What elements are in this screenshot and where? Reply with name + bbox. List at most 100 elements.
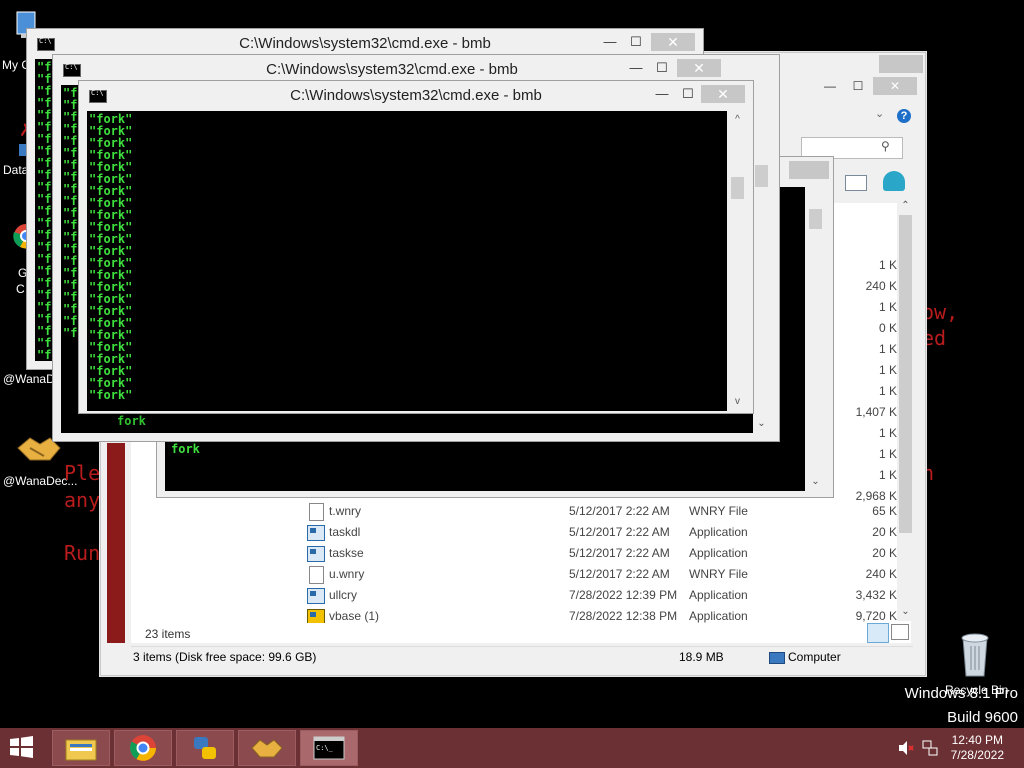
file-name: ullcry [329,588,358,602]
console-output: fork [117,414,146,428]
explorer-maximize-button[interactable]: ☐ [845,79,871,93]
close-button[interactable]: ✕ [677,59,721,77]
windows-logo-icon [10,736,33,758]
console-output: fork [171,442,200,456]
table-row[interactable]: ullcry 7/28/2022 12:39 PM Application 3,… [131,585,911,606]
scroll-down-arrow[interactable]: ⌄ [807,473,824,490]
title-bar[interactable]: C:\Windows\system32\cmd.exe - bmb — ☐ ✕ [27,29,703,57]
taskbar-wanadecryptor[interactable] [238,730,296,766]
shell-icon[interactable] [883,171,905,191]
python-icon [194,737,216,759]
console-output: "f "f "f "f "f "f "f "f "f "f "f "f "f "… [63,86,78,340]
file-name: taskdl [329,525,361,539]
close-button[interactable]: ✕ [701,85,745,103]
table-row[interactable]: taskdl 5/12/2017 2:22 AM Application 20 … [131,522,911,543]
scroll-up-arrow[interactable]: ⌃ [897,197,914,214]
item-count: 23 items [145,627,191,641]
scrollbar-thumb[interactable] [731,177,744,199]
file-icon [309,503,324,521]
application-icon [307,546,325,562]
cmd-icon: C:\_ [313,736,345,760]
windows-build-watermark: Build 9600 [947,709,1018,726]
close-button[interactable] [789,161,829,179]
table-row[interactable]: vbase (1) 7/28/2022 12:38 PM Application… [131,606,911,623]
file-date: 5/12/2017 2:22 AM [569,546,670,560]
folder-icon [65,739,97,761]
handshake-icon [251,739,283,758]
scroll-down-arrow[interactable]: ⌄ [897,603,914,620]
ribbon-expand-icon[interactable]: ⌄ [875,107,884,120]
console-scrollbar[interactable]: ^ v [729,111,746,411]
clock-date: 7/28/2022 [950,748,1004,762]
navigation-pane-edge [107,443,125,643]
desktop-icon-label: C [16,282,25,296]
minimize-button[interactable]: — [597,33,623,51]
application-icon [307,525,325,541]
file-date: 5/12/2017 2:22 AM [569,504,670,518]
table-row[interactable]: u.wnry 5/12/2017 2:22 AM WNRY File 240 K… [131,564,911,585]
cmd-window-3[interactable]: C:\Windows\system32\cmd.exe - bmb — ☐ ✕ … [78,80,754,414]
application-icon [307,609,325,623]
desktop-icon-label: Data [3,163,29,177]
file-name: taskse [329,546,364,560]
start-button[interactable] [6,734,46,762]
recycle-bin-label: Recycle Bin [945,683,1009,697]
recycle-bin-icon [961,633,989,677]
help-icon[interactable]: ? [897,109,911,123]
console-scrollbar[interactable]: ⌄ [807,187,824,491]
maximize-button[interactable]: ☐ [675,85,701,103]
close-button[interactable]: ✕ [651,33,695,51]
application-icon [307,588,325,604]
console-scrollbar[interactable]: ⌄ [753,85,770,433]
file-type: Application [689,525,748,539]
maximize-button[interactable]: ☐ [623,33,649,51]
explorer-minimize-button[interactable]: — [817,79,843,93]
taskbar-file-explorer[interactable] [52,730,110,766]
title-bar[interactable]: C:\Windows\system32\cmd.exe - bmb — ☐ ✕ [79,81,753,109]
file-type: Application [689,609,748,623]
file-name: u.wnry [329,567,365,581]
thumbnail-view-button[interactable] [891,624,909,640]
chrome-icon [130,735,156,761]
minimize-button[interactable]: — [623,59,649,77]
network-icon[interactable] [922,740,938,756]
status-location: Computer [788,650,841,664]
table-row[interactable]: taskse 5/12/2017 2:22 AM Application 20 … [131,543,911,564]
desktop-icon-recycle-bin[interactable] [940,630,1010,678]
taskbar-python[interactable] [176,730,234,766]
toolbar-view-icon[interactable] [845,175,867,191]
title-bar[interactable]: C:\Windows\system32\cmd.exe - bmb — ☐ ✕ [53,55,779,83]
computer-icon [769,652,785,664]
scroll-down-arrow[interactable]: ⌄ [753,415,770,432]
scroll-up-arrow[interactable]: ^ [729,111,746,128]
file-date: 7/28/2022 12:39 PM [569,588,678,602]
scrollbar-thumb[interactable] [899,215,912,533]
file-type: Application [689,546,748,560]
scrollbar-thumb[interactable] [755,165,768,187]
file-name: vbase (1) [329,609,380,623]
taskbar-chrome[interactable] [114,730,172,766]
scrollbar-thumb[interactable] [809,209,822,229]
details-view-button[interactable] [867,623,889,643]
console-output: "fork" "fork" "fork" "fork" "fork" "fork… [89,112,133,402]
scroll-down-arrow[interactable]: v [729,393,746,410]
system-clock[interactable]: 12:40 PM 7/28/2022 [951,733,1004,763]
file-name: t.wnry [329,504,362,518]
explorer-close-button[interactable]: ✕ [873,77,917,95]
file-list-scrollbar[interactable]: ⌃ ⌄ [897,197,914,621]
file-type: Application [689,588,748,602]
minimize-button[interactable]: — [649,85,675,103]
console-output: "f "f "f "f "f "f "f "f "f "f "f "f "f "… [37,60,52,361]
volume-muted-icon[interactable] [898,740,914,756]
maximize-button[interactable]: ☐ [649,59,675,77]
file-date: 5/12/2017 2:22 AM [569,567,670,581]
taskbar: C:\_ 12:40 PM 7/28/2022 [0,728,1024,768]
clock-time: 12:40 PM [951,733,1003,747]
explorer-close-button-top[interactable] [879,55,923,73]
desktop-icon-label: @WanaD [3,372,55,386]
taskbar-cmd[interactable]: C:\_ [300,730,358,766]
ransom-note-text-6: Run [64,541,101,565]
status-selection: 3 items (Disk free space: 99.6 GB) [133,650,317,664]
svg-text:C:\_: C:\_ [316,744,334,752]
table-row[interactable]: t.wnry 5/12/2017 2:22 AM WNRY File 65 KB [131,501,911,522]
